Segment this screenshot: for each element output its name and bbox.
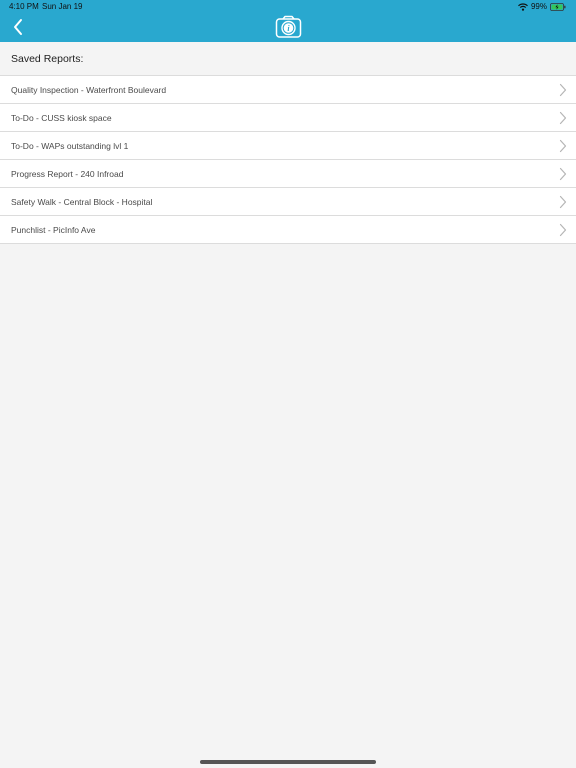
report-label: Punchlist - PicInfo Ave [11, 225, 96, 235]
report-row[interactable]: Safety Walk - Central Block - Hospital [0, 188, 576, 216]
status-indicators: 99% [518, 1, 566, 12]
chevron-right-icon [559, 223, 567, 237]
saved-reports-list: Quality Inspection - Waterfront Boulevar… [0, 76, 576, 244]
section-title: Saved Reports: [11, 53, 84, 65]
saved-reports-header: Saved Reports: [0, 42, 576, 76]
report-label: Safety Walk - Central Block - Hospital [11, 197, 153, 207]
chevron-right-icon [559, 111, 567, 125]
back-button[interactable] [10, 17, 28, 37]
status-date: Sun Jan 19 [42, 2, 83, 11]
report-row[interactable]: Punchlist - PicInfo Ave [0, 216, 576, 244]
report-label: To-Do - WAPs outstanding lvl 1 [11, 141, 129, 151]
navigation-bar: 4:10 PM Sun Jan 19 99% i [0, 0, 576, 42]
report-label: Quality Inspection - Waterfront Boulevar… [11, 85, 167, 95]
report-label: Progress Report - 240 Infroad [11, 169, 124, 179]
report-row[interactable]: Quality Inspection - Waterfront Boulevar… [0, 76, 576, 104]
report-row[interactable]: To-Do - CUSS kiosk space [0, 104, 576, 132]
camera-info-icon: i [275, 15, 302, 38]
wifi-icon [518, 2, 528, 11]
battery-charging-icon [550, 2, 566, 11]
home-indicator[interactable] [200, 760, 376, 764]
battery-percentage: 99% [530, 2, 547, 11]
chevron-right-icon [559, 167, 567, 181]
app-logo: i [275, 15, 302, 39]
report-row[interactable]: Progress Report - 240 Infroad [0, 160, 576, 188]
chevron-right-icon [559, 195, 567, 209]
chevron-right-icon [559, 83, 567, 97]
chevron-right-icon [559, 139, 567, 153]
chevron-left-icon [14, 19, 22, 35]
report-row[interactable]: To-Do - WAPs outstanding lvl 1 [0, 132, 576, 160]
status-time: 4:10 PM [9, 2, 39, 11]
report-label: To-Do - CUSS kiosk space [11, 113, 112, 123]
